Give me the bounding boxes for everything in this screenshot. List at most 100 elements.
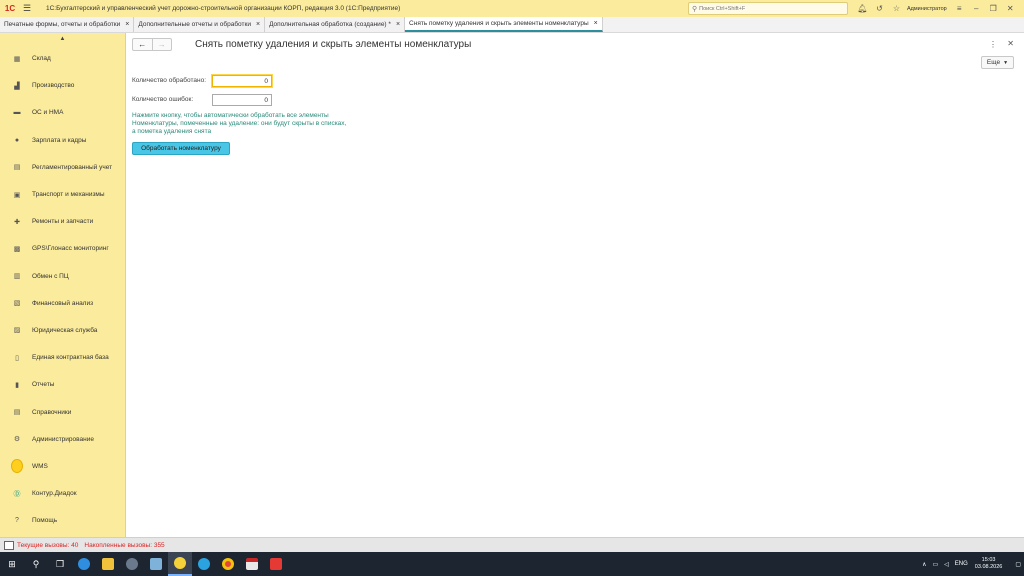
sidebar-item-label: Единая контрактная база <box>32 354 109 362</box>
sidebar-item-admin[interactable]: ⚙ Администрирование <box>0 426 125 453</box>
sidebar-item-label: WMS <box>32 462 48 470</box>
process-nomenclature-button[interactable]: Обработать номенклатуру <box>132 142 230 155</box>
windows-start-icon[interactable]: ⊞ <box>0 552 24 576</box>
more-button[interactable]: Еще ▼ <box>981 56 1014 69</box>
tab-close-icon[interactable]: × <box>256 21 260 28</box>
tab-unmark-deletion[interactable]: Снять пометку удаления и скрыть элементы… <box>405 17 603 32</box>
title-toolbar: 🔔︎ ↺ ☆ Администратор ≡ – ❐ ✕ <box>854 0 1019 17</box>
sidebar-item-salary[interactable]: ● Зарплата и кадры <box>0 127 125 154</box>
back-arrow-icon[interactable]: ← <box>133 39 153 50</box>
system-tray: ∧ ▭ ◁ ENG 15:03 03.08.2026 ▢ <box>919 552 1024 576</box>
chart-icon: ▮ <box>15 381 19 389</box>
user-name[interactable]: Администратор <box>907 6 947 12</box>
edge-icon[interactable] <box>72 552 96 576</box>
tab-label: Дополнительные отчеты и обработки <box>138 21 251 28</box>
bell-icon[interactable]: 🔔︎ <box>854 0 871 17</box>
more-vertical-icon[interactable]: ⋮ <box>989 40 997 49</box>
minimize-icon[interactable]: – <box>968 0 985 17</box>
onec-taskbar-icon[interactable] <box>168 552 192 576</box>
gear-icon: ⚙ <box>13 436 21 444</box>
forward-arrow-icon[interactable]: → <box>153 39 172 50</box>
instruction-text: Нажмите кнопку, чтобы автоматически обра… <box>132 112 347 136</box>
clock[interactable]: 15:03 03.08.2026 <box>975 557 1003 571</box>
sidebar-item-wms[interactable]: WMS <box>0 453 125 480</box>
sidebar-item-label: Администрирование <box>32 435 94 443</box>
chrome-icon[interactable] <box>216 552 240 576</box>
global-search[interactable]: ⚲ <box>688 2 848 15</box>
taskbar: ⊞ ⚲ ❒ ∧ ▭ ◁ ENG 15:03 03.08.2026 ▢ <box>0 552 1024 576</box>
tab-print-forms[interactable]: Печатные формы, отчеты и обработки × <box>0 17 135 32</box>
anydesk-icon[interactable] <box>264 552 288 576</box>
nav-buttons: ← → <box>132 38 172 51</box>
gps-icon: ▩ <box>13 245 21 253</box>
errors-count-field[interactable] <box>212 94 272 106</box>
search-input[interactable] <box>699 5 840 12</box>
telegram-icon[interactable] <box>192 552 216 576</box>
tray-chevron-icon[interactable]: ∧ <box>922 561 926 568</box>
sidebar-item-label: Регламентированный учет <box>32 163 113 171</box>
main-menu-icon[interactable]: ☰ <box>20 0 34 17</box>
sidebar-item-label: Контур.Диадок <box>32 490 77 498</box>
status-bar: Текущие вызовы: 40 Накопленные вызовы: 3… <box>0 537 1024 552</box>
transport-icon: ▣ <box>13 191 21 199</box>
tab-close-icon[interactable]: × <box>594 20 598 27</box>
restore-icon[interactable]: ❐ <box>985 0 1002 17</box>
settings-menu-icon[interactable]: ≡ <box>951 0 968 17</box>
sidebar-item-legal[interactable]: ▨ Юридическая служба <box>0 317 125 344</box>
app-icon[interactable] <box>144 552 168 576</box>
sidebar-item-label: Производство <box>32 82 75 90</box>
sidebar-item-contracts[interactable]: ▯ Единая контрактная база <box>0 344 125 371</box>
processed-count-label: Количество обработано: <box>132 77 207 84</box>
tab-close-icon[interactable]: × <box>396 21 400 28</box>
help-icon: ? <box>15 517 19 525</box>
tab-additional-processing[interactable]: Дополнительная обработка (создание) * × <box>265 17 406 32</box>
sidebar-item-transport[interactable]: ▣ Транспорт и механизмы <box>0 181 125 208</box>
form-close-icon[interactable]: ✕ <box>1007 39 1014 48</box>
star-icon[interactable]: ☆ <box>888 0 905 17</box>
diadoc-icon: Ⓓ <box>13 490 21 498</box>
clock-time: 15:03 <box>981 557 996 563</box>
volume-icon[interactable]: ◁ <box>944 561 949 568</box>
tab-label: Печатные формы, отчеты и обработки <box>4 21 121 28</box>
yandex-browser-icon[interactable] <box>120 552 144 576</box>
sidebar-item-reports[interactable]: ▮ Отчеты <box>0 371 125 398</box>
file-explorer-icon[interactable] <box>96 552 120 576</box>
notifications-icon[interactable]: ▢ <box>1015 561 1021 568</box>
book-icon: ▯ <box>15 354 19 362</box>
sidebar-item-exchange[interactable]: ▥ Обмен с ПЦ <box>0 263 125 290</box>
person-icon: ● <box>14 136 20 144</box>
sidebar-item-production[interactable]: ▟ Производство <box>0 72 125 99</box>
sidebar-item-label: Справочники <box>32 408 72 416</box>
processed-count-field[interactable] <box>212 75 272 87</box>
app-title: 1С:Бухгалтерский и управленческий учет д… <box>46 5 401 12</box>
sidebar-item-regulated[interactable]: ▤ Регламентированный учет <box>0 154 125 181</box>
chevron-down-icon: ▼ <box>1003 59 1009 66</box>
warehouse-icon: ▦ <box>13 55 21 63</box>
search-icon[interactable]: ⚲ <box>24 552 48 576</box>
more-button-label: Еще <box>986 59 1001 66</box>
pdf-reader-icon[interactable] <box>240 552 264 576</box>
language-indicator[interactable]: ENG <box>955 561 968 567</box>
tab-close-icon[interactable]: × <box>125 21 129 28</box>
sidebar-item-label: Юридическая служба <box>32 326 98 334</box>
sidebar-item-catalogs[interactable]: ▤ Справочники <box>0 398 125 425</box>
sidebar-item-sklad[interactable]: ▦ Склад <box>0 45 125 72</box>
sidebar-item-gps[interactable]: ▩ GPS\Глонасс мониторинг <box>0 235 125 262</box>
task-view-icon[interactable]: ❒ <box>48 552 72 576</box>
sidebar-item-diadoc[interactable]: Ⓓ Контур.Диадок <box>0 480 125 507</box>
history-icon[interactable]: ↺ <box>871 0 888 17</box>
sidebar-item-finance[interactable]: ▧ Финансовый анализ <box>0 290 125 317</box>
sections-panel: ▲ ▦ Склад ▟ Производство ▬ ОС и НМА ● Зарпла… <box>0 33 126 537</box>
app-logo[interactable]: 1С <box>0 0 20 17</box>
scroll-up-icon[interactable]: ▲ <box>0 33 125 45</box>
sidebar-item-assets[interactable]: ▬ ОС и НМА <box>0 99 125 126</box>
sidebar-item-help[interactable]: ? Помощь <box>0 507 125 534</box>
exchange-icon: ▥ <box>13 273 21 281</box>
sidebar-item-repairs[interactable]: ✚ Ремонты и запчасти <box>0 208 125 235</box>
network-icon[interactable]: ▭ <box>932 561 938 568</box>
tab-additional-reports[interactable]: Дополнительные отчеты и обработки × <box>134 17 266 32</box>
close-icon[interactable]: ✕ <box>1002 0 1019 17</box>
sidebar-item-label: Транспорт и механизмы <box>32 191 105 199</box>
monitor-icon[interactable] <box>4 540 14 550</box>
wms-icon <box>11 459 23 474</box>
